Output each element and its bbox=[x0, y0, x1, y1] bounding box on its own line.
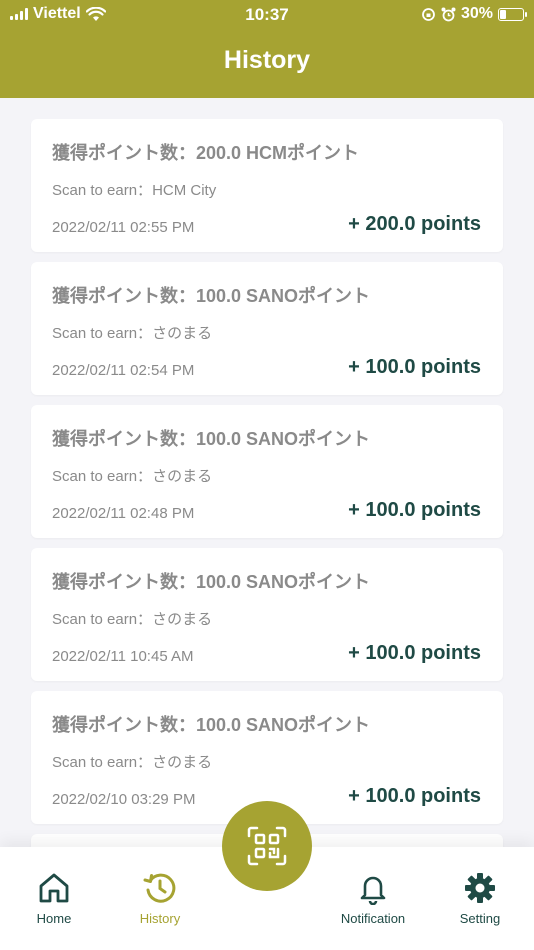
status-bar: Viettel 10:37 30% bbox=[0, 0, 534, 30]
card-title: 獲得ポイント数：200.0 HCMポイント bbox=[52, 143, 360, 163]
alarm-icon bbox=[441, 7, 456, 21]
tab-home[interactable]: Home bbox=[0, 871, 108, 926]
history-list[interactable]: 獲得ポイント数：200.0 HCMポイント Scan to earn：HCM C… bbox=[31, 119, 503, 854]
card-points: + 100.0 points bbox=[348, 785, 481, 807]
tab-home-label: Home bbox=[36, 911, 72, 926]
tab-history[interactable]: History bbox=[106, 871, 214, 926]
page-title: History bbox=[223, 46, 311, 74]
card-source-line: Scan to earn：さのまる bbox=[52, 751, 212, 772]
card-title: 獲得ポイント数：100.0 SANOポイント bbox=[52, 715, 371, 735]
scan-qr-button[interactable] bbox=[222, 801, 312, 891]
history-card[interactable]: 獲得ポイント数：200.0 HCMポイント Scan to earn：HCM C… bbox=[31, 119, 503, 252]
home-icon bbox=[39, 873, 69, 903]
card-source-line: Scan to earn：さのまる bbox=[52, 465, 212, 486]
card-date: 2022/02/11 10:45 AM bbox=[52, 648, 194, 665]
source-value: さのまる bbox=[152, 611, 213, 628]
bell-icon bbox=[360, 876, 386, 905]
qr-scan-icon bbox=[247, 826, 287, 866]
history-card[interactable]: 獲得ポイント数：100.0 SANOポイント Scan to earn：さのまる… bbox=[31, 405, 503, 538]
card-source-line: Scan to earn：HCM City bbox=[52, 179, 216, 200]
card-date: 2022/02/10 03:29 PM bbox=[52, 791, 196, 808]
history-icon bbox=[143, 873, 176, 903]
tab-notification[interactable]: Notification bbox=[319, 871, 427, 926]
source-label: Scan to earn： bbox=[52, 611, 153, 628]
orientation-lock-icon bbox=[422, 7, 435, 21]
card-points: + 200.0 points bbox=[348, 213, 481, 235]
source-label: Scan to earn： bbox=[52, 182, 153, 199]
card-title: 獲得ポイント数：100.0 SANOポイント bbox=[52, 572, 371, 592]
source-label: Scan to earn： bbox=[52, 468, 153, 485]
battery-level bbox=[500, 9, 507, 19]
card-title: 獲得ポイント数：100.0 SANOポイント bbox=[52, 286, 371, 306]
tab-setting-label: Setting bbox=[459, 911, 501, 926]
card-points: + 100.0 points bbox=[348, 642, 481, 664]
card-source-line: Scan to earn：さのまる bbox=[52, 322, 212, 343]
source-value: さのまる bbox=[152, 754, 213, 771]
app-header: Viettel 10:37 30% History bbox=[0, 0, 534, 98]
card-points: + 100.0 points bbox=[348, 499, 481, 521]
card-points: + 100.0 points bbox=[348, 356, 481, 378]
card-date: 2022/02/11 02:48 PM bbox=[52, 505, 195, 522]
card-date: 2022/02/11 02:55 PM bbox=[52, 219, 195, 236]
card-date: 2022/02/11 02:54 PM bbox=[52, 362, 195, 379]
tab-setting[interactable]: Setting bbox=[426, 871, 534, 926]
status-right: 30% bbox=[421, 5, 527, 23]
card-source-line: Scan to earn：さのまる bbox=[52, 608, 212, 629]
source-value: HCM City bbox=[152, 182, 217, 199]
history-card[interactable]: 獲得ポイント数：100.0 SANOポイント Scan to earn：さのまる… bbox=[31, 548, 503, 681]
source-label: Scan to earn： bbox=[52, 754, 153, 771]
gear-icon bbox=[465, 873, 495, 903]
tab-notification-label: Notification bbox=[340, 911, 406, 926]
tab-history-label: History bbox=[139, 911, 181, 926]
source-value: さのまる bbox=[152, 325, 213, 342]
battery-icon bbox=[498, 7, 527, 21]
source-value: さのまる bbox=[152, 468, 213, 485]
history-card[interactable]: 獲得ポイント数：100.0 SANOポイント Scan to earn：さのまる… bbox=[31, 262, 503, 395]
battery-percent: 30% bbox=[460, 5, 493, 22]
source-label: Scan to earn： bbox=[52, 325, 153, 342]
card-title: 獲得ポイント数：100.0 SANOポイント bbox=[52, 429, 371, 449]
